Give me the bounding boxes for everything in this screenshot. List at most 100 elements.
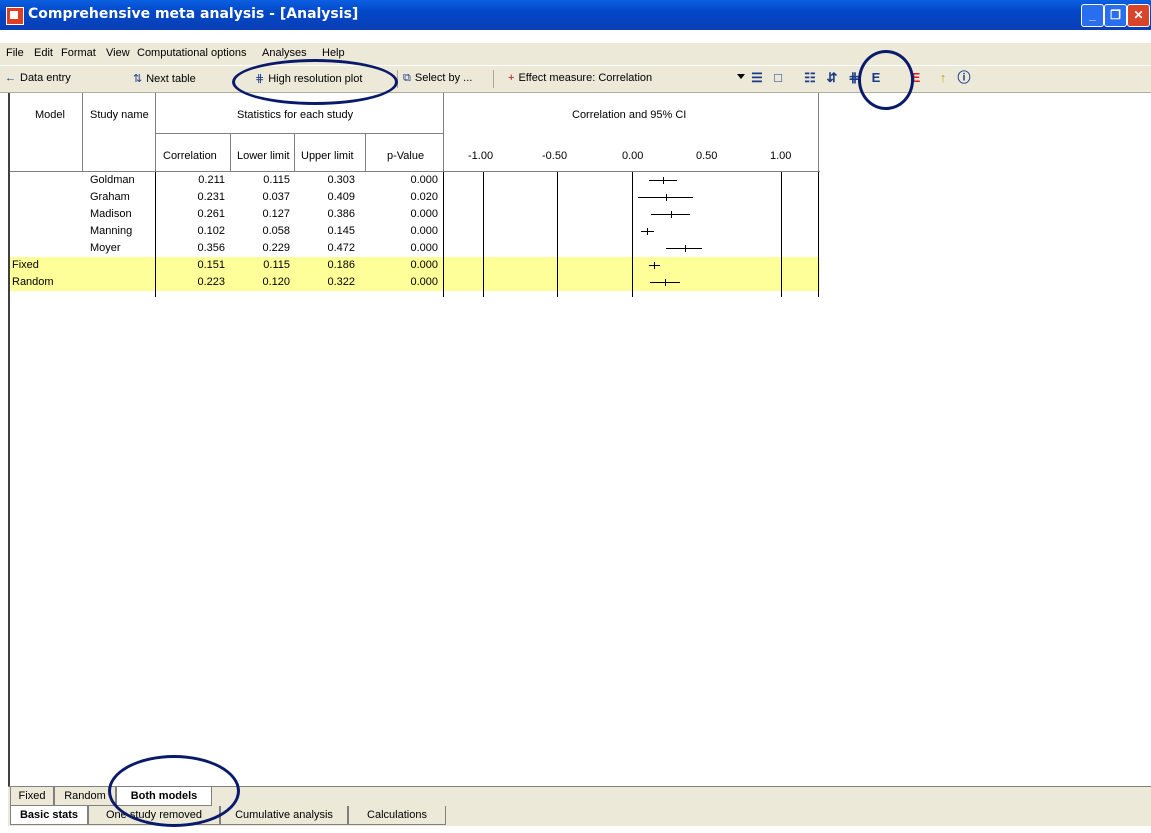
ci-line bbox=[637, 197, 693, 198]
correlation-cell: 0.356 bbox=[197, 242, 225, 254]
tab-fixed[interactable]: Fixed bbox=[10, 787, 54, 806]
list-view-icon[interactable]: ☰ bbox=[749, 70, 765, 86]
col-study-header: Study name bbox=[90, 109, 149, 121]
lower-limit-cell: 0.127 bbox=[262, 208, 290, 220]
upper-limit-cell: 0.303 bbox=[327, 174, 355, 186]
model-cell: Random bbox=[12, 276, 54, 288]
annotation-ring bbox=[108, 755, 240, 827]
select-icon: ⧉ bbox=[403, 72, 411, 84]
p-value-cell: 0.000 bbox=[410, 208, 438, 220]
point-estimate-tick bbox=[685, 245, 687, 252]
blank-view-icon[interactable]: □ bbox=[770, 70, 786, 86]
axis-tick: 1.00 bbox=[770, 150, 792, 162]
tab-random[interactable]: Random bbox=[54, 787, 116, 806]
point-estimate-tick bbox=[654, 262, 656, 269]
restore-button[interactable]: ❐ bbox=[1104, 4, 1127, 27]
menu-file[interactable]: File bbox=[6, 47, 24, 59]
axis-tick: 0.00 bbox=[622, 150, 644, 162]
table-row[interactable]: Goldman 0.211 0.115 0.303 0.000 bbox=[10, 172, 820, 189]
upper-limit-cell: 0.145 bbox=[327, 225, 355, 237]
table-header: Model Study name Statistics for each stu… bbox=[10, 93, 820, 172]
col-lower-header: Lower limit bbox=[237, 150, 290, 162]
up-arrow-icon[interactable]: ↑ bbox=[935, 70, 951, 86]
app-icon bbox=[6, 7, 24, 25]
study-name-cell: Manning bbox=[90, 225, 133, 237]
p-value-cell: 0.000 bbox=[410, 225, 438, 237]
dropdown-arrow-icon[interactable] bbox=[737, 74, 745, 79]
table-row[interactable]: Random 0.223 0.120 0.322 0.000 bbox=[10, 274, 820, 291]
menu-help[interactable]: Help bbox=[322, 47, 345, 59]
lower-limit-cell: 0.229 bbox=[262, 242, 290, 254]
p-value-cell: 0.020 bbox=[410, 191, 438, 203]
menu-edit[interactable]: Edit bbox=[34, 47, 53, 59]
study-name-cell: Graham bbox=[90, 191, 130, 203]
plot-boundary-line bbox=[781, 172, 782, 297]
lower-limit-cell: 0.115 bbox=[263, 259, 290, 271]
analysis-grid: Model Study name Statistics for each stu… bbox=[8, 93, 1151, 786]
p-value-cell: 0.000 bbox=[410, 242, 438, 254]
menu-view[interactable]: View bbox=[106, 47, 130, 59]
plot-gridline bbox=[557, 172, 558, 297]
correlation-cell: 0.102 bbox=[197, 225, 225, 237]
study-name-cell: Goldman bbox=[90, 174, 135, 186]
next-table-button[interactable]: ⇅ Next table bbox=[133, 72, 196, 85]
arrow-left-icon: ← bbox=[5, 72, 16, 84]
upper-limit-cell: 0.386 bbox=[327, 208, 355, 220]
title-bar: Comprehensive meta analysis - [Analysis]… bbox=[0, 0, 1151, 30]
upper-limit-cell: 0.186 bbox=[327, 259, 355, 271]
model-cell: Fixed bbox=[12, 259, 39, 271]
table-row[interactable]: Madison 0.261 0.127 0.386 0.000 bbox=[10, 206, 820, 223]
effect-measure-selector[interactable]: + Effect measure: Correlation bbox=[508, 72, 652, 84]
upper-limit-cell: 0.322 bbox=[327, 276, 355, 288]
table-row[interactable]: Fixed 0.151 0.115 0.186 0.000 bbox=[10, 257, 820, 274]
toolbar: ← Data entry ⇅ Next table ⋕ High resolution… bbox=[0, 66, 1151, 93]
tab-cumulative-analysis[interactable]: Cumulative analysis bbox=[220, 806, 348, 825]
col-model-header: Model bbox=[35, 109, 65, 121]
annotation-ring bbox=[232, 59, 398, 105]
data-entry-button[interactable]: ← Data entry bbox=[5, 72, 71, 84]
lower-limit-cell: 0.058 bbox=[262, 225, 290, 237]
info-icon[interactable]: ⓘ bbox=[956, 70, 972, 86]
correlation-cell: 0.151 bbox=[197, 259, 225, 271]
columns-icon[interactable]: ☷ bbox=[802, 70, 818, 86]
menu-analyses[interactable]: Analyses bbox=[262, 47, 307, 59]
select-by-button[interactable]: ⧉ Select by ... bbox=[403, 72, 472, 85]
plus-icon: + bbox=[508, 72, 515, 84]
sort-icon[interactable]: ⇵ bbox=[824, 70, 840, 86]
lower-limit-cell: 0.120 bbox=[262, 276, 290, 288]
study-name-cell: Madison bbox=[90, 208, 132, 220]
stats-group-header: Statistics for each study bbox=[237, 109, 354, 121]
p-value-cell: 0.000 bbox=[410, 259, 438, 271]
p-value-cell: 0.000 bbox=[410, 174, 438, 186]
correlation-cell: 0.211 bbox=[198, 174, 225, 186]
next-table-icon: ⇅ bbox=[133, 73, 143, 85]
study-name-cell: Moyer bbox=[90, 242, 121, 254]
upper-limit-cell: 0.472 bbox=[327, 242, 355, 254]
menu-format[interactable]: Format bbox=[61, 47, 96, 59]
menu-bar: File Edit Format View Computational opti… bbox=[0, 43, 1151, 65]
upper-limit-cell: 0.409 bbox=[327, 191, 355, 203]
minimize-button[interactable]: _ bbox=[1081, 4, 1104, 27]
axis-tick: 0.50 bbox=[696, 150, 718, 162]
correlation-cell: 0.231 bbox=[197, 191, 225, 203]
point-estimate-tick bbox=[666, 194, 668, 201]
tab-basic-stats[interactable]: Basic stats bbox=[10, 806, 88, 825]
point-estimate-tick bbox=[665, 279, 667, 286]
point-estimate-tick bbox=[663, 177, 665, 184]
point-estimate-tick bbox=[670, 211, 672, 218]
toolbar-separator bbox=[493, 70, 494, 88]
menu-computational-options[interactable]: Computational options bbox=[137, 47, 246, 59]
lower-limit-cell: 0.115 bbox=[263, 174, 290, 186]
plot-group-header: Correlation and 95% CI bbox=[572, 109, 687, 121]
window-title: Comprehensive meta analysis - [Analysis] bbox=[28, 6, 359, 22]
plot-zero-line bbox=[632, 172, 633, 297]
point-estimate-tick bbox=[647, 228, 649, 235]
close-button[interactable]: ✕ bbox=[1127, 4, 1150, 27]
col-correlation-header: Correlation bbox=[163, 150, 217, 162]
axis-tick: -1.00 bbox=[468, 150, 494, 162]
table-row[interactable]: Manning 0.102 0.058 0.145 0.000 bbox=[10, 223, 820, 240]
table-row[interactable]: Graham 0.231 0.037 0.409 0.020 bbox=[10, 189, 820, 206]
correlation-cell: 0.261 bbox=[197, 208, 225, 220]
plot-boundary-line bbox=[483, 172, 484, 297]
tab-calculations[interactable]: Calculations bbox=[348, 806, 446, 825]
